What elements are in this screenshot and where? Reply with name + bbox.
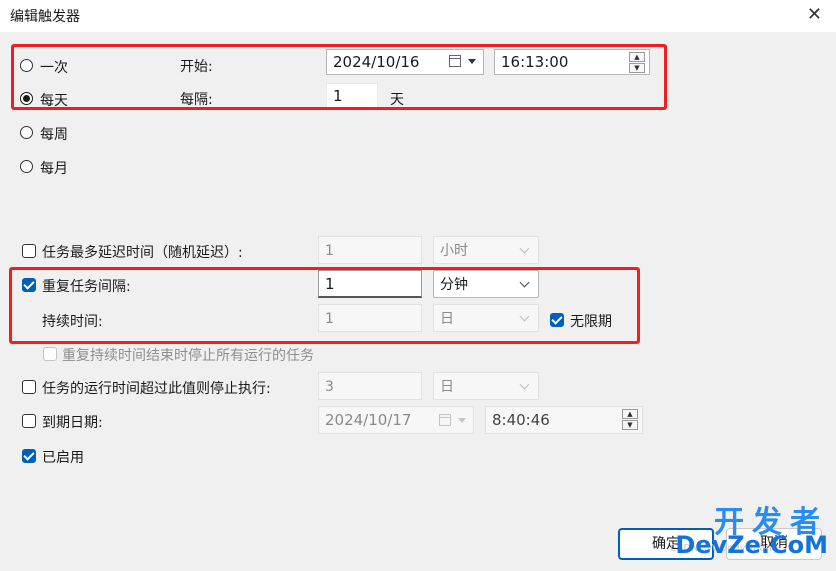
watermark-line2: DevZe.CoM bbox=[675, 531, 828, 559]
indefinite-checkbox[interactable] bbox=[550, 313, 564, 327]
radio-monthly-label[interactable]: 每月 bbox=[40, 158, 68, 178]
dropdown-arrow-icon[interactable] bbox=[458, 418, 466, 423]
enabled-label[interactable]: 已启用 bbox=[42, 447, 84, 467]
delay-input[interactable]: 1 bbox=[318, 236, 422, 264]
delay-value: 1 bbox=[325, 243, 334, 259]
repeat-checkbox[interactable] bbox=[22, 278, 36, 292]
spin-down-icon[interactable]: ▼ bbox=[622, 420, 638, 430]
stop-if-longer-checkbox[interactable] bbox=[22, 380, 36, 394]
highlight-box-schedule bbox=[11, 44, 667, 110]
repeat-unit-select[interactable]: 分钟 bbox=[433, 270, 539, 298]
stop-if-longer-unit-select[interactable]: 日 bbox=[433, 372, 539, 400]
indefinite-label[interactable]: 无限期 bbox=[570, 311, 612, 331]
repeat-interval-input[interactable]: 1 bbox=[318, 270, 422, 298]
duration-unit-value: 日 bbox=[440, 311, 454, 327]
repeat-label[interactable]: 重复任务间隔: bbox=[42, 276, 131, 296]
window-title: 编辑触发器 bbox=[10, 9, 80, 25]
duration-unit-select[interactable]: 日 bbox=[433, 304, 539, 332]
stop-at-end-label[interactable]: 重复持续时间结束时停止所有运行的任务 bbox=[62, 345, 314, 365]
delay-label[interactable]: 任务最多延迟时间（随机延迟）: bbox=[42, 242, 243, 262]
duration-label: 持续时间: bbox=[42, 314, 103, 330]
expire-time-spinner[interactable]: ▲ ▼ bbox=[622, 409, 640, 431]
stop-if-longer-unit-value: 日 bbox=[440, 379, 454, 395]
chevron-down-icon bbox=[519, 379, 530, 390]
radio-monthly[interactable] bbox=[20, 160, 33, 173]
delay-unit-select[interactable]: 小时 bbox=[433, 236, 539, 264]
expire-date-value: 2024/10/17 bbox=[325, 411, 412, 429]
calendar-icon[interactable] bbox=[439, 414, 451, 426]
chevron-down-icon bbox=[519, 311, 530, 322]
stop-if-longer-label[interactable]: 任务的运行时间超过此值则停止执行: bbox=[42, 378, 271, 398]
repeat-unit-value: 分钟 bbox=[440, 277, 468, 293]
delay-checkbox[interactable] bbox=[22, 244, 36, 258]
stop-if-longer-value: 3 bbox=[325, 379, 334, 395]
duration-value: 1 bbox=[325, 311, 334, 327]
expire-time-value: 8:40:46 bbox=[492, 411, 550, 429]
expire-label[interactable]: 到期日期: bbox=[42, 412, 103, 432]
stop-if-longer-input[interactable]: 3 bbox=[318, 372, 422, 400]
delay-unit-value: 小时 bbox=[440, 243, 468, 259]
duration-input[interactable]: 1 bbox=[318, 304, 422, 332]
repeat-interval-value: 1 bbox=[325, 275, 335, 293]
title-bar: 编辑触发器 ✕ bbox=[0, 0, 836, 32]
expire-checkbox[interactable] bbox=[22, 414, 36, 428]
chevron-down-icon bbox=[519, 277, 530, 288]
enabled-checkbox[interactable] bbox=[22, 449, 36, 463]
chevron-down-icon bbox=[519, 243, 530, 254]
watermark: CSDN @WoodyHuang 开发者 DevZe.CoM bbox=[670, 503, 828, 563]
radio-weekly[interactable] bbox=[20, 126, 33, 139]
close-icon[interactable]: ✕ bbox=[807, 4, 822, 25]
expire-time-input[interactable]: 8:40:46 ▲ ▼ bbox=[485, 406, 643, 434]
spin-up-icon[interactable]: ▲ bbox=[622, 409, 638, 419]
radio-weekly-label[interactable]: 每周 bbox=[40, 124, 68, 144]
expire-date-picker[interactable]: 2024/10/17 bbox=[318, 406, 474, 434]
stop-at-end-checkbox[interactable] bbox=[43, 347, 57, 361]
